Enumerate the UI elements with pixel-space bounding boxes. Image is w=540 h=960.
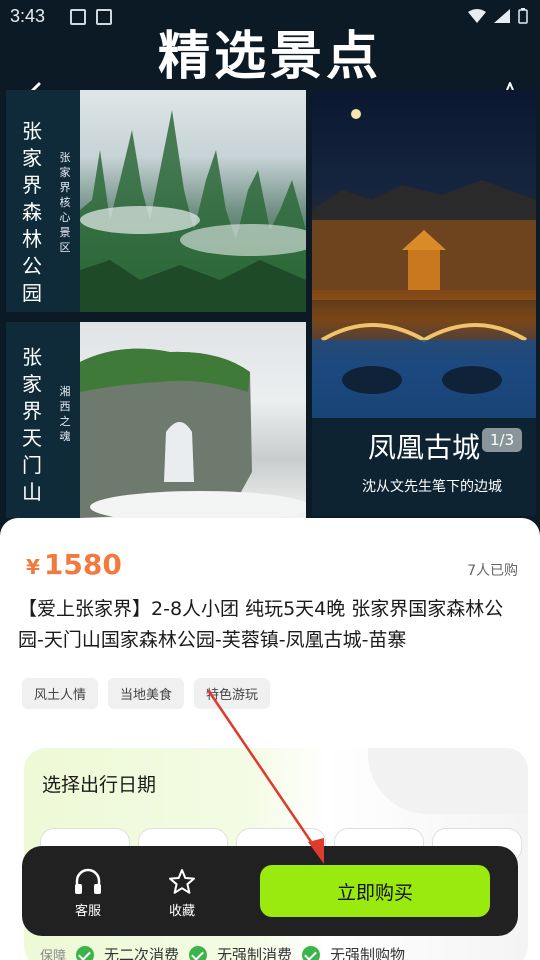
guarantee-item: 无强制购物 [330, 946, 406, 960]
currency-symbol: ¥ [26, 555, 40, 579]
fenghuang-photo [312, 90, 536, 418]
forest-park-photo [80, 90, 306, 312]
card-subtitle: 沈从文先生笔下的边城 [362, 479, 502, 495]
customer-service-button[interactable]: 客服 [62, 868, 114, 919]
star-icon [169, 869, 195, 894]
tianmen-photo [80, 322, 306, 518]
tag: 特色游玩 [194, 678, 271, 709]
price: ¥1580 [26, 548, 122, 581]
customer-service-label: 客服 [74, 904, 101, 919]
guarantee-item: 无强制消费 [217, 946, 293, 960]
buy-now-button[interactable]: 立即购买 [260, 865, 490, 917]
date-section-title: 选择出行日期 [42, 774, 157, 796]
tag: 当地美食 [108, 678, 185, 709]
bottom-action-bar: 客服 收藏 立即购买 [22, 846, 518, 936]
card-subtitle: 湘西之魂 [59, 385, 71, 443]
hero-section: 3:43 精选景点 张家界森林公园 张家界核心景区 张 家 界 天 门 山 湘 … [0, 0, 540, 540]
price-amount: 1580 [43, 548, 122, 581]
page-title: 精选景点 [157, 27, 382, 87]
card-subtitle: 张家界核心景区 [59, 151, 71, 254]
product-title: 【爱上张家界】2-8人小团 纯玩5天4晚 张家界国家森林公园-天门山国家森林公园… [18, 598, 504, 651]
attraction-card-fenghuang[interactable]: 凤凰古城 1/3 沈从文先生笔下的边城 [312, 90, 536, 516]
tag-list: 风土人情 当地美食 特色游玩 [22, 678, 271, 709]
card-title: 张家界森林公园 [22, 119, 42, 305]
collect-button[interactable]: 收藏 [156, 868, 208, 919]
sold-count: 7人已购 [467, 563, 518, 579]
card-title: 张家界天门山 [22, 345, 42, 504]
check-icon [302, 945, 321, 960]
check-icon [76, 945, 95, 960]
guarantee-item: 无二次消费 [104, 946, 180, 960]
attraction-card-forest-park[interactable]: 张家界森林公园 张家界核心景区 [6, 90, 306, 312]
tag: 风土人情 [22, 678, 99, 709]
attraction-card-tianmen[interactable]: 张家界天门山 湘西之魂 [6, 322, 306, 518]
headset-icon [75, 868, 101, 894]
card-title: 凤凰古城 [368, 431, 481, 464]
panel-decoration [368, 748, 528, 814]
pager-badge: 1/3 [482, 428, 523, 452]
guarantee-row[interactable]: 保障 无二次消费 无强制消费 无强制购物 [40, 944, 405, 960]
guarantee-label: 保障 [40, 949, 67, 960]
collect-label: 收藏 [168, 904, 195, 919]
check-icon [189, 945, 208, 960]
